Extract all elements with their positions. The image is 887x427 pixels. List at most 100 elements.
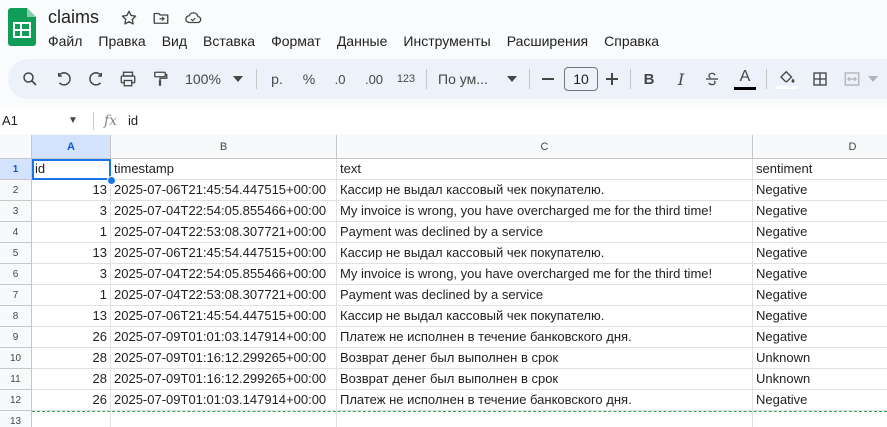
cell-sentiment[interactable]: Negative xyxy=(753,327,887,348)
column-header-c[interactable]: C xyxy=(337,135,753,159)
cell-id[interactable]: 28 xyxy=(32,369,111,390)
text-color-button[interactable]: A xyxy=(732,59,758,99)
document-title[interactable]: claims xyxy=(48,4,99,30)
increase-font-size-icon[interactable] xyxy=(602,59,622,99)
cloud-saved-icon[interactable] xyxy=(182,8,204,28)
cell-text[interactable]: Payment was declined by a service xyxy=(337,285,753,306)
cell-sentiment[interactable]: Unknown xyxy=(753,369,887,390)
row-header[interactable]: 7 xyxy=(0,285,32,306)
cell-id[interactable]: 3 xyxy=(32,264,111,285)
row-header[interactable]: 11 xyxy=(0,369,32,390)
zoom-select[interactable]: 100% xyxy=(182,59,224,99)
cell-timestamp[interactable]: 2025-07-09T01:01:03.147914+00:00 xyxy=(111,327,337,348)
cell-sentiment[interactable] xyxy=(753,411,887,427)
column-header-a[interactable]: A xyxy=(32,135,111,159)
cell-sentiment[interactable]: sentiment xyxy=(753,159,887,180)
cell-sentiment[interactable]: Negative xyxy=(753,222,887,243)
row-header[interactable]: 3 xyxy=(0,201,32,222)
decrease-decimal-button[interactable]: .0 xyxy=(328,59,352,99)
cell-id[interactable]: 1 xyxy=(32,285,111,306)
cell-sentiment[interactable]: Negative xyxy=(753,390,887,411)
cell-timestamp[interactable]: 2025-07-04T22:53:08.307721+00:00 xyxy=(111,285,337,306)
formula-input[interactable]: id xyxy=(128,108,138,134)
cell-timestamp[interactable]: 2025-07-06T21:45:54.447515+00:00 xyxy=(111,243,337,264)
cell-text[interactable]: Кассир не выдал кассовый чек покупателю. xyxy=(337,306,753,327)
cell-sentiment[interactable]: Negative xyxy=(753,306,887,327)
row-header[interactable]: 13 xyxy=(0,411,32,427)
menu-help[interactable]: Справка xyxy=(596,30,667,52)
merge-cells-icon[interactable] xyxy=(840,59,864,99)
row-header[interactable]: 10 xyxy=(0,348,32,369)
cell-text[interactable] xyxy=(337,411,753,427)
row-header[interactable]: 1 xyxy=(0,159,32,180)
cell-sentiment[interactable]: Negative xyxy=(753,285,887,306)
cell-timestamp[interactable]: timestamp xyxy=(111,159,337,180)
number-format-button[interactable]: 123 xyxy=(394,59,418,99)
star-icon[interactable] xyxy=(118,8,140,28)
borders-icon[interactable] xyxy=(808,59,832,99)
cell-id[interactable]: 13 xyxy=(32,306,111,327)
cell-text[interactable]: Payment was declined by a service xyxy=(337,222,753,243)
cell-text[interactable]: Кассир не выдал кассовый чек покупателю. xyxy=(337,243,753,264)
row-header[interactable]: 12 xyxy=(0,390,32,411)
menu-tools[interactable]: Инструменты xyxy=(395,30,498,52)
row-header[interactable]: 6 xyxy=(0,264,32,285)
cell-id[interactable]: 28 xyxy=(32,348,111,369)
cell-text[interactable]: Возврат денег был выполнен в срок xyxy=(337,369,753,390)
menu-insert[interactable]: Вставка xyxy=(195,30,263,52)
menu-file[interactable]: Файл xyxy=(40,30,90,52)
zoom-dropdown-icon[interactable] xyxy=(230,59,246,99)
spreadsheet-grid[interactable]: A B C D 1 2 3 4 5 6 7 8 9 10 11 12 13 id timestamp text sent… xyxy=(0,135,887,427)
column-header-d[interactable]: D xyxy=(753,135,887,159)
row-header[interactable]: 8 xyxy=(0,306,32,327)
cell-sentiment[interactable]: Unknown xyxy=(753,348,887,369)
currency-format-button[interactable]: р. xyxy=(266,59,288,99)
cell-text[interactable]: Платеж не исполнен в течение банковского… xyxy=(337,390,753,411)
cell-sentiment[interactable]: Negative xyxy=(753,243,887,264)
menu-data[interactable]: Данные xyxy=(329,30,396,52)
cell-sentiment[interactable]: Negative xyxy=(753,180,887,201)
move-to-folder-icon[interactable] xyxy=(150,8,172,28)
merge-dropdown-icon[interactable] xyxy=(866,59,880,99)
menu-extensions[interactable]: Расширения xyxy=(499,30,596,52)
cell-id[interactable]: id xyxy=(32,159,111,180)
cell-timestamp[interactable]: 2025-07-04T22:53:08.307721+00:00 xyxy=(111,222,337,243)
menu-format[interactable]: Формат xyxy=(263,30,329,52)
cell-sentiment[interactable]: Negative xyxy=(753,264,887,285)
fill-color-button[interactable] xyxy=(774,59,800,99)
column-header-b[interactable]: B xyxy=(111,135,337,159)
search-menus-icon[interactable] xyxy=(18,59,42,99)
cell-timestamp[interactable]: 2025-07-06T21:45:54.447515+00:00 xyxy=(111,306,337,327)
sheets-logo[interactable] xyxy=(8,8,36,46)
percent-format-button[interactable]: % xyxy=(298,59,320,99)
cell-timestamp[interactable]: 2025-07-04T22:54:05.855466+00:00 xyxy=(111,201,337,222)
decrease-font-size-icon[interactable] xyxy=(538,59,558,99)
paint-format-icon[interactable] xyxy=(148,59,172,99)
fill-handle[interactable] xyxy=(107,176,116,185)
row-header[interactable]: 5 xyxy=(0,243,32,264)
menu-view[interactable]: Вид xyxy=(154,30,195,52)
cell-timestamp[interactable] xyxy=(111,411,337,427)
cell-text[interactable]: text xyxy=(337,159,753,180)
cell-id[interactable]: 26 xyxy=(32,327,111,348)
cell-id[interactable] xyxy=(32,411,111,427)
cell-text[interactable]: My invoice is wrong, you have overcharge… xyxy=(337,264,753,285)
cell-text[interactable]: Платеж не исполнен в течение банковского… xyxy=(337,327,753,348)
cell-id[interactable]: 13 xyxy=(32,180,111,201)
cell-text[interactable]: Возврат денег был выполнен в срок xyxy=(337,348,753,369)
cell-id[interactable]: 13 xyxy=(32,243,111,264)
cell-text[interactable]: My invoice is wrong, you have overcharge… xyxy=(337,201,753,222)
font-family-select[interactable]: По ум... xyxy=(438,59,500,99)
cell-text[interactable]: Кассир не выдал кассовый чек покупателю. xyxy=(337,180,753,201)
italic-button[interactable]: I xyxy=(670,59,692,99)
menu-edit[interactable]: Правка xyxy=(90,30,153,52)
cell-id[interactable]: 26 xyxy=(32,390,111,411)
strikethrough-icon[interactable] xyxy=(700,59,724,99)
cell-sentiment[interactable]: Negative xyxy=(753,201,887,222)
cell-timestamp[interactable]: 2025-07-09T01:16:12.299265+00:00 xyxy=(111,348,337,369)
bold-button[interactable]: B xyxy=(638,59,660,99)
cell-timestamp[interactable]: 2025-07-04T22:54:05.855466+00:00 xyxy=(111,264,337,285)
row-header[interactable]: 4 xyxy=(0,222,32,243)
cell-timestamp[interactable]: 2025-07-09T01:16:12.299265+00:00 xyxy=(111,369,337,390)
print-icon[interactable] xyxy=(116,59,140,99)
